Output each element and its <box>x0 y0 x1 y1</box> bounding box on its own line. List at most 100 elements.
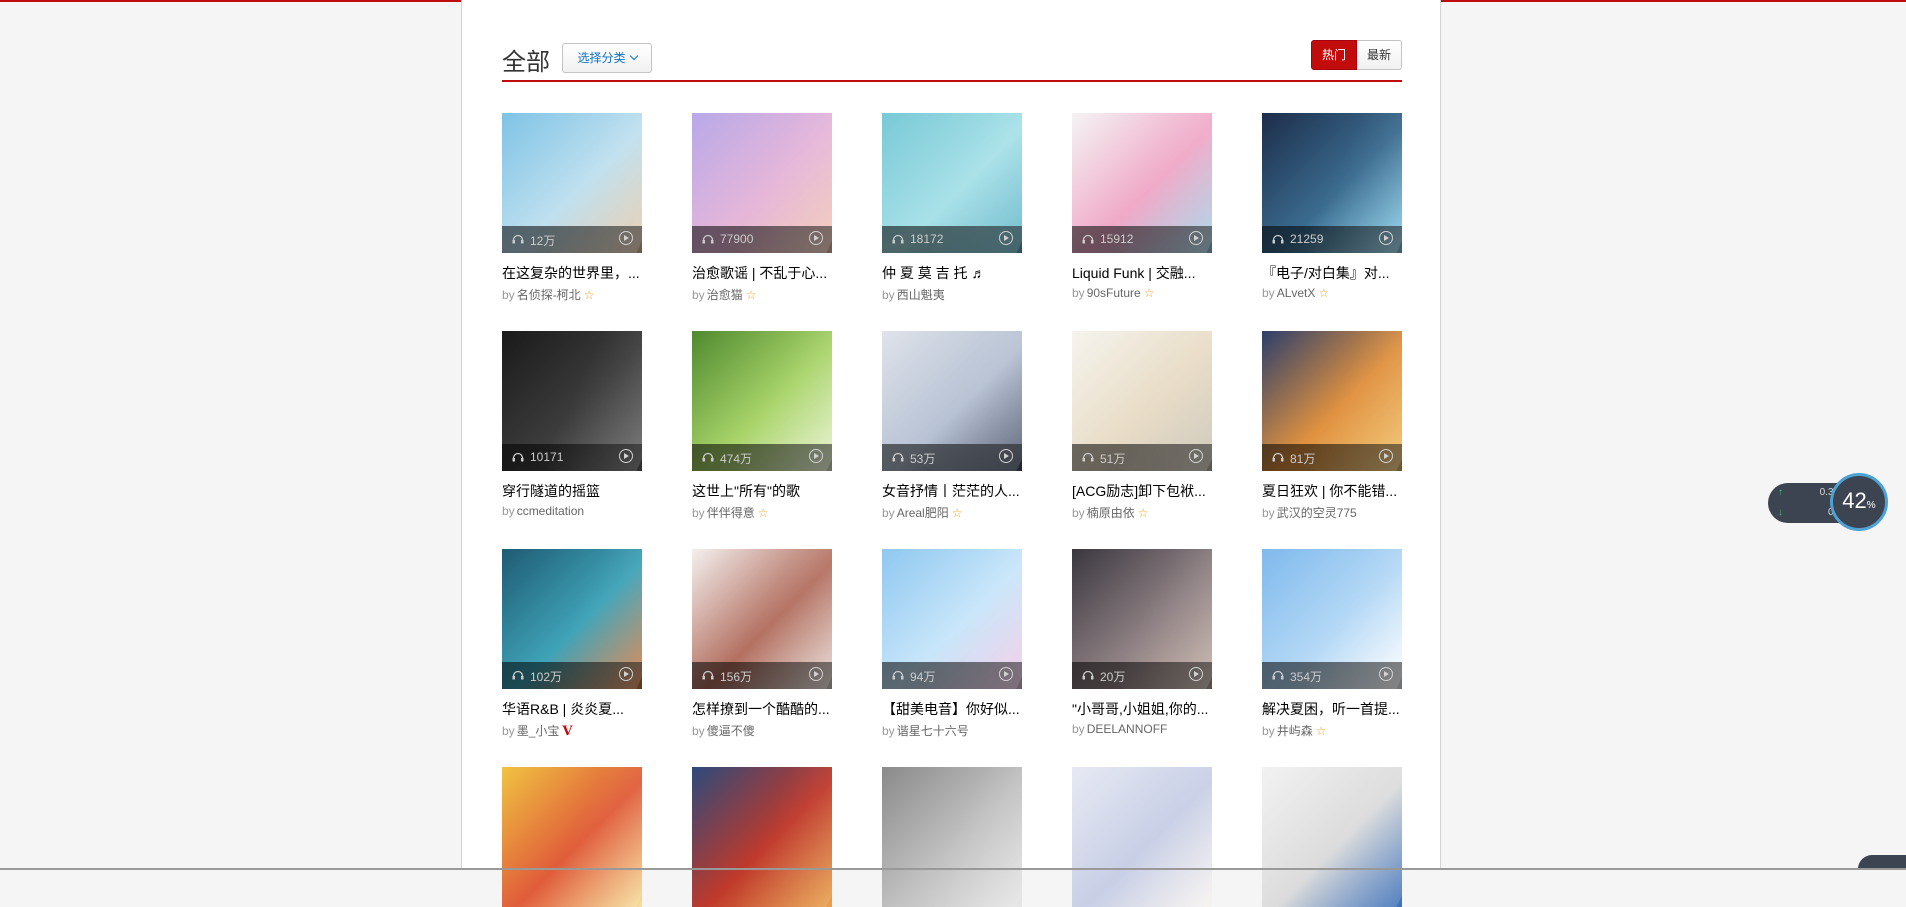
playlist-cover[interactable] <box>882 767 1022 907</box>
play-icon[interactable] <box>809 231 823 245</box>
playlist-title[interactable]: 穿行隧道的摇篮 <box>502 481 642 501</box>
by-prefix: by <box>502 724 515 738</box>
play-icon[interactable] <box>999 231 1013 245</box>
play-icon[interactable] <box>1379 449 1393 463</box>
play-count: 53万 <box>910 452 936 466</box>
author-link[interactable]: 武汉的空灵775 <box>1277 506 1357 520</box>
author-link[interactable]: 傻逼不傻 <box>707 724 755 738</box>
playlist-title[interactable]: 治愈歌谣 | 不乱于心... <box>692 263 832 283</box>
playlist-cover[interactable] <box>502 767 642 907</box>
headphones-icon <box>512 234 524 244</box>
star-badge-icon: ☆ <box>951 506 963 520</box>
author-link[interactable]: 伴伴得意 <box>707 506 755 520</box>
headphones-icon <box>892 452 904 462</box>
headphones-icon <box>1272 452 1284 462</box>
by-prefix: by <box>692 506 705 520</box>
playlist-cover[interactable]: 10171 <box>502 331 642 471</box>
by-prefix: by <box>882 288 895 302</box>
playlist-title[interactable]: "小哥哥,小姐姐,你的... <box>1072 699 1212 719</box>
play-count: 94万 <box>910 670 936 684</box>
play-icon[interactable] <box>809 667 823 681</box>
playlist-author-line: by 井屿森 ☆ <box>1262 722 1326 739</box>
headphones-icon <box>1272 670 1284 680</box>
play-icon[interactable] <box>619 449 633 463</box>
author-link[interactable]: Areal肥阳 <box>897 506 949 520</box>
by-prefix: by <box>692 724 705 738</box>
playlist-title[interactable]: 怎样撩到一个酷酷的... <box>692 699 832 719</box>
playlist-title[interactable]: 在这复杂的世界里，... <box>502 263 642 283</box>
play-icon[interactable] <box>1379 231 1393 245</box>
playlist-author-line: by 武汉的空灵775 <box>1262 504 1357 521</box>
page-header: 全部 选择分类 热门 最新 <box>502 36 1402 82</box>
author-link[interactable]: DEELANNOFF <box>1087 722 1168 736</box>
cover-info-bar: 53万 <box>882 444 1022 471</box>
author-link[interactable]: 90sFuture <box>1087 286 1141 300</box>
playlist-title[interactable]: 仲 夏 莫 吉 托 ♬ <box>882 263 1022 283</box>
select-category-button[interactable]: 选择分类 <box>562 43 652 73</box>
author-link[interactable]: 谐星七十六号 <box>897 724 969 738</box>
playlist-cover[interactable]: 53万 <box>882 331 1022 471</box>
playlist-cover[interactable]: 51万 <box>1072 331 1212 471</box>
playlist-cover[interactable]: 81万 <box>1262 331 1402 471</box>
author-link[interactable]: 井屿森 <box>1277 724 1313 738</box>
play-icon[interactable] <box>1189 449 1203 463</box>
playlist-title[interactable]: 解决夏困，听一首提... <box>1262 699 1402 719</box>
playlist-title[interactable]: 女音抒情丨茫茫的人... <box>882 481 1022 501</box>
star-badge-icon: ☆ <box>1137 506 1149 520</box>
play-count: 156万 <box>720 670 753 684</box>
cover-info-bar: 77900 <box>692 226 832 253</box>
play-icon[interactable] <box>619 667 633 681</box>
playlist-title[interactable]: 华语R&B | 炎炎夏... <box>502 699 642 719</box>
playlist-title[interactable]: 【甜美电音】你好似... <box>882 699 1022 719</box>
playlist-cover[interactable]: 18172 <box>882 113 1022 253</box>
author-link[interactable]: ccmeditation <box>517 504 584 518</box>
playlist-cover[interactable]: 94万 <box>882 549 1022 689</box>
author-link[interactable]: 楠原由依 <box>1087 506 1135 520</box>
playlist-cover[interactable]: 77900 <box>692 113 832 253</box>
sort-new-button[interactable]: 最新 <box>1356 40 1402 70</box>
play-icon[interactable] <box>999 667 1013 681</box>
play-count: 20万 <box>1100 670 1126 684</box>
playlist-cover[interactable]: 15912 <box>1072 113 1212 253</box>
playlist-title[interactable]: 夏日狂欢 | 你不能错... <box>1262 481 1402 501</box>
play-icon[interactable] <box>1379 667 1393 681</box>
by-prefix: by <box>692 288 705 302</box>
play-count: 21259 <box>1290 232 1324 246</box>
author-link[interactable]: 名侦探-柯北 <box>517 288 581 302</box>
play-icon[interactable] <box>999 449 1013 463</box>
playlist-title[interactable]: 『电子/对白集』对... <box>1262 263 1402 283</box>
playlist-cover[interactable]: 474万 <box>692 331 832 471</box>
playlist-cover[interactable]: 354万 <box>1262 549 1402 689</box>
playlist-cover[interactable] <box>1262 767 1402 907</box>
play-icon[interactable] <box>809 449 823 463</box>
playlist-cover[interactable]: 102万 <box>502 549 642 689</box>
by-prefix: by <box>502 288 515 302</box>
playlist-title[interactable]: [ACG励志]卸下包袱... <box>1072 481 1212 501</box>
cover-info-bar: 18172 <box>882 226 1022 253</box>
playlist-author-line: by 傻逼不傻 <box>692 722 755 739</box>
playlist-title[interactable]: Liquid Funk | 交融... <box>1072 263 1212 283</box>
author-link[interactable]: 治愈猫 <box>707 288 743 302</box>
sort-toggle: 热门 最新 <box>1310 40 1402 70</box>
playlist-cover[interactable]: 12万 <box>502 113 642 253</box>
author-link[interactable]: 西山魁夷 <box>897 288 945 302</box>
author-link[interactable]: ALvetX <box>1277 286 1316 300</box>
playlist-title[interactable]: 这世上"所有"的歌 <box>692 481 832 501</box>
playlist-cover[interactable]: 156万 <box>692 549 832 689</box>
play-icon[interactable] <box>619 231 633 245</box>
headphones-icon <box>892 234 904 244</box>
playlist-cover[interactable] <box>692 767 832 907</box>
playlist-cover[interactable] <box>1072 767 1212 907</box>
author-link[interactable]: 墨_小宝 <box>517 724 560 738</box>
headphones-icon <box>1082 452 1094 462</box>
playlist-cover[interactable]: 21259 <box>1262 113 1402 253</box>
network-monitor-widget[interactable]: ↑ 0.3K/s ↓ 0K/s 42% <box>1768 473 1888 533</box>
cover-info-bar: 81万 <box>1262 444 1402 471</box>
play-icon[interactable] <box>1189 667 1203 681</box>
by-prefix: by <box>882 506 895 520</box>
playlist-cover[interactable]: 20万 <box>1072 549 1212 689</box>
play-icon[interactable] <box>1189 231 1203 245</box>
play-count: 77900 <box>720 232 754 246</box>
sort-hot-button[interactable]: 热门 <box>1310 40 1357 70</box>
cover-info-bar: 15912 <box>1072 226 1212 253</box>
